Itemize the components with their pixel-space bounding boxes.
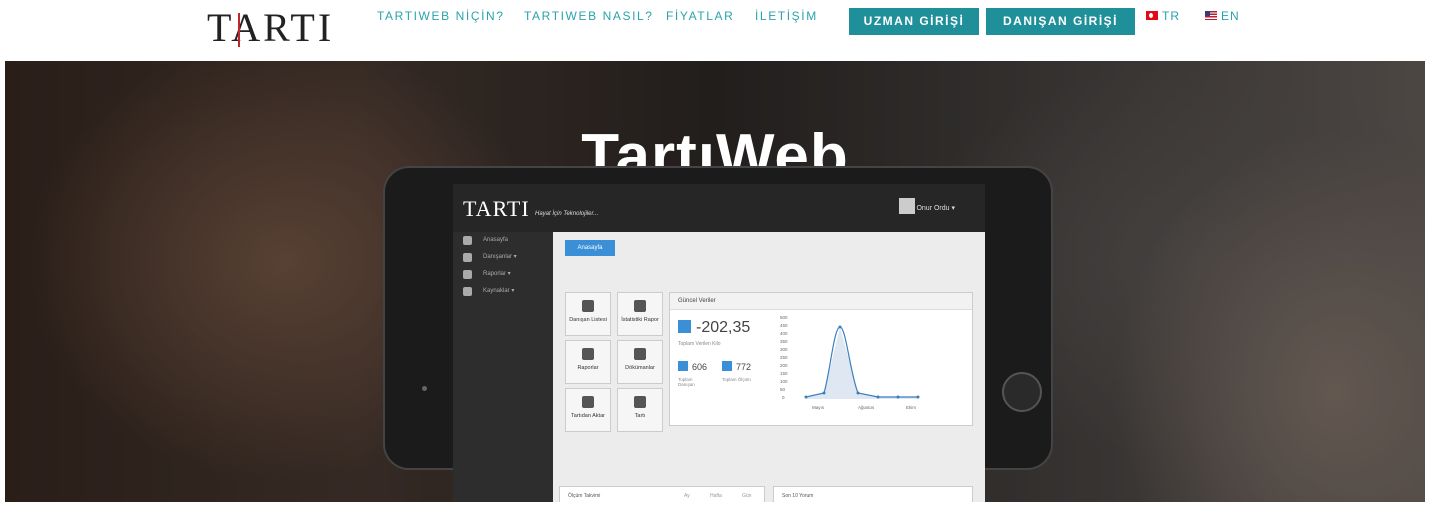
- screen-user-menu: Onur Ordu ▾: [916, 205, 955, 212]
- chart-area: [806, 327, 918, 399]
- chart-y-tick: 100: [780, 379, 788, 384]
- screen-calendar-tab: Ay: [684, 493, 690, 499]
- screen-tile: Tartı: [617, 388, 663, 432]
- top-navbar: TARTI TARTIWEB NİÇİN? TARTIWEB NASIL? Fİ…: [0, 0, 1446, 60]
- screen-tile-label: Tartıdan Aktar: [571, 413, 605, 419]
- tablet-screen: TARTI Hayat İçin Teknolojiler... Onur Or…: [453, 184, 985, 502]
- nav-why-tartiweb[interactable]: TARTIWEB NİÇİN?: [377, 9, 505, 23]
- chart-line: [805, 326, 918, 398]
- client-login-button[interactable]: DANIŞAN GİRİŞİ: [986, 8, 1135, 35]
- document-icon: [634, 348, 646, 360]
- brand-logo[interactable]: TARTI: [207, 5, 334, 51]
- chart-y-tick: 150: [780, 371, 788, 376]
- screen-tile-label: Raporlar: [577, 365, 599, 371]
- screen-calendar-panel: Ölçüm Takvimi Ay Hafta Gün: [559, 486, 765, 502]
- clipboard-icon: [582, 348, 594, 360]
- screen-tile: Dökümanlar: [617, 340, 663, 384]
- screen-stat-measurements-label: Toplam Ölçüm: [722, 377, 751, 382]
- chart-y-tick: 500: [780, 315, 788, 320]
- chart-point: [856, 391, 860, 395]
- screen-sidebar-item: Anasayfa: [453, 232, 553, 249]
- screen-calendar-tab: Gün: [742, 493, 752, 499]
- screen-logo: TARTI: [463, 196, 530, 221]
- chart-y-tick: 400: [780, 331, 788, 336]
- screen-comments-panel: Son 10 Yorum: [773, 486, 973, 502]
- chart-y-tick: 0: [782, 395, 785, 400]
- screen-sidebar: Anasayfa Danışanlar ▾ Raporlar ▾ Kaynakl…: [453, 232, 553, 502]
- expert-login-button[interactable]: UZMAN GİRİŞİ: [849, 8, 979, 35]
- chart-y-tick: 300: [780, 347, 788, 352]
- chart-point: [838, 325, 842, 329]
- screen-tile: Raporlar: [565, 340, 611, 384]
- screen-total-kilo-label: Toplam Verilen Kilo: [678, 341, 721, 347]
- nav-prices[interactable]: FİYATLAR: [666, 9, 734, 23]
- chart-point: [916, 395, 920, 399]
- screen-tagline: Hayat İçin Teknolojiler...: [535, 211, 599, 217]
- screen-sidebar-item: Raporlar ▾: [453, 266, 553, 283]
- screen-tile-label: Tartı: [634, 413, 646, 419]
- chart-y-tick: 200: [780, 363, 788, 368]
- eye-icon: [722, 361, 732, 371]
- screen-tile-label: Dökümanlar: [625, 365, 655, 371]
- logo-text: TARTI: [207, 5, 335, 50]
- screen-calendar-tab: Hafta: [710, 493, 722, 499]
- chart-x-tick: Ağustos: [858, 405, 875, 410]
- screen-sidebar-item: Kaynaklar ▾: [453, 283, 553, 300]
- chart-y-tick: 350: [780, 339, 788, 344]
- language-en-label: EN: [1221, 9, 1240, 23]
- user-icon: [582, 300, 594, 312]
- screen-current-data-panel: Güncel Veriler -202,35 Toplam Verilen Ki…: [669, 292, 973, 426]
- us-flag-icon: [1205, 11, 1217, 20]
- chart-x-tick: Ekim: [906, 405, 916, 410]
- user-icon: [678, 361, 688, 371]
- screen-tile-label: Danışan Listesi: [569, 317, 607, 323]
- screen-stat-measurements: 772: [722, 361, 751, 372]
- chart-point: [876, 395, 880, 399]
- screen-total-kilo: -202,35: [678, 319, 750, 337]
- screen-panel-title: Güncel Veriler: [670, 293, 972, 310]
- screen-tile: İstatistiki Rapor: [617, 292, 663, 336]
- screen-main: Anasayfa Danışan Listesi İstatistiki Rap…: [553, 232, 985, 502]
- screen-stat-clients-label: Toplam Danışan: [678, 377, 695, 387]
- language-en[interactable]: EN: [1205, 9, 1240, 23]
- screen-tile-label: İstatistiki Rapor: [621, 317, 659, 323]
- signal-chart-icon: [634, 300, 646, 312]
- chart-y-tick: 450: [780, 323, 788, 328]
- chart-x-tick: Mayıs: [812, 405, 825, 410]
- language-tr[interactable]: TR: [1146, 9, 1180, 23]
- nav-contact[interactable]: İLETİŞİM: [755, 9, 818, 23]
- avatar: [899, 198, 915, 214]
- screen-tile: Tartıdan Aktar: [565, 388, 611, 432]
- screen-header: TARTI Hayat İçin Teknolojiler... Onur Or…: [453, 184, 985, 232]
- tablet-camera-icon: [422, 386, 427, 391]
- screen-stat-clients-value: 606: [692, 362, 708, 372]
- screen-sidebar-item: Danışanlar ▾: [453, 249, 553, 266]
- chart-y-tick: 50: [780, 387, 786, 392]
- screen-tile: Danışan Listesi: [565, 292, 611, 336]
- language-tr-label: TR: [1162, 9, 1180, 23]
- screen-line-chart: 500 450 400 350 300 250 200 150 100 50 0…: [780, 315, 920, 410]
- screen-stat-clients: 606: [678, 361, 707, 372]
- info-icon: [634, 396, 646, 408]
- turkey-flag-icon: [1146, 11, 1158, 20]
- logo-accent-bar: [238, 13, 240, 47]
- download-icon: [582, 396, 594, 408]
- screen-stat-measurements-value: 772: [736, 362, 752, 372]
- bolt-icon: [678, 320, 691, 333]
- tablet-home-button-icon: [1002, 372, 1042, 412]
- chart-point: [804, 395, 808, 399]
- nav-how-tartiweb[interactable]: TARTIWEB NASIL?: [524, 9, 654, 23]
- chart-point: [822, 391, 826, 395]
- chart-y-tick: 250: [780, 355, 788, 360]
- screen-breadcrumb: Anasayfa: [565, 240, 615, 256]
- chart-point: [896, 395, 900, 399]
- screen-comments-title: Son 10 Yorum: [782, 493, 814, 499]
- screen-calendar-title: Ölçüm Takvimi: [568, 493, 601, 499]
- screen-total-kilo-value: -202,35: [696, 319, 751, 336]
